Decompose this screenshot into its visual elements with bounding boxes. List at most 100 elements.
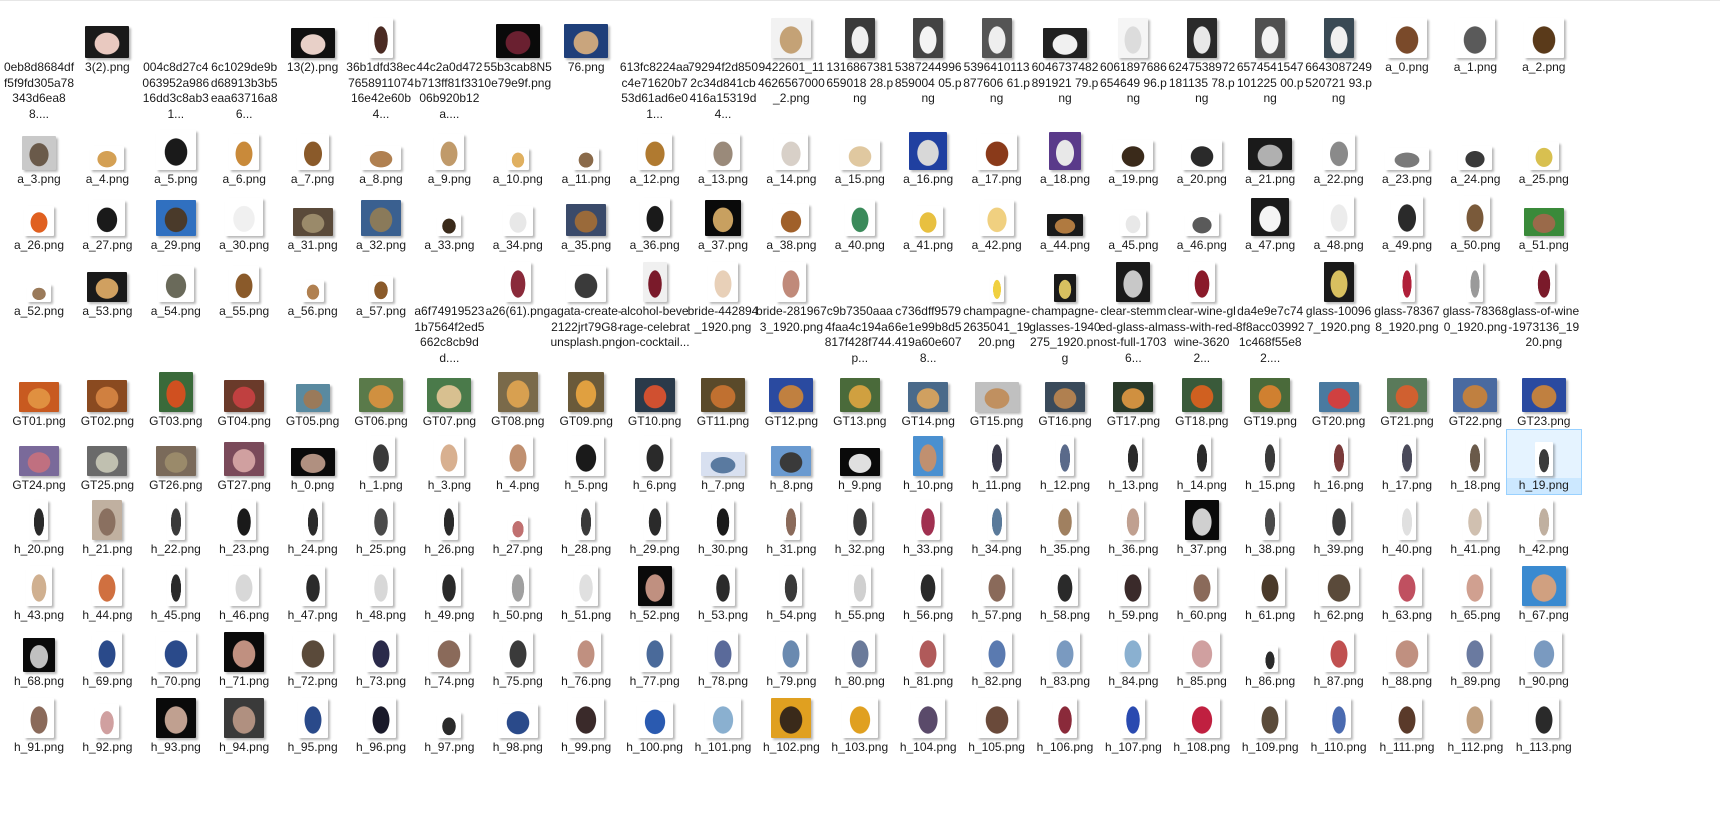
- file-item[interactable]: h_13.png: [1096, 430, 1170, 494]
- file-item[interactable]: champagne-2635041_1920.png: [960, 256, 1034, 351]
- file-item[interactable]: h_91.png: [2, 692, 76, 756]
- file-item[interactable]: a_57.png: [344, 256, 418, 320]
- file-item[interactable]: a_36.png: [618, 190, 692, 254]
- file-item[interactable]: h_74.png: [412, 626, 486, 690]
- file-item[interactable]: h_28.png: [549, 494, 623, 558]
- file-item[interactable]: h_51.png: [549, 560, 623, 624]
- file-item[interactable]: h_65.png: [1438, 560, 1512, 624]
- file-item[interactable]: h_100.png: [618, 692, 692, 756]
- file-item[interactable]: a_31.png: [276, 190, 350, 254]
- file-item[interactable]: a_9.png: [412, 124, 486, 188]
- file-item[interactable]: h_8.png: [754, 430, 828, 494]
- file-item[interactable]: h_52.png: [618, 560, 692, 624]
- file-item[interactable]: 36b1dfd38ec765891107416e42e60b4...: [344, 12, 418, 122]
- file-item[interactable]: h_97.png: [412, 692, 486, 756]
- file-item[interactable]: h_24.png: [276, 494, 350, 558]
- file-item[interactable]: 6c1029de9bd68913b3b5eaa63716a86...: [207, 12, 281, 122]
- file-item[interactable]: h_102.png: [754, 692, 828, 756]
- file-item[interactable]: h_112.png: [1438, 692, 1512, 756]
- file-item[interactable]: a_7.png: [276, 124, 350, 188]
- file-item[interactable]: 6643087249520721 93.png: [1302, 12, 1376, 107]
- file-item[interactable]: GT21.png: [1370, 366, 1444, 430]
- file-item[interactable]: h_45.png: [139, 560, 213, 624]
- file-item[interactable]: 6046737482891921 79.png: [1028, 12, 1102, 107]
- file-item[interactable]: h_110.png: [1302, 692, 1376, 756]
- file-item[interactable]: h_77.png: [618, 626, 692, 690]
- file-item[interactable]: GT13.png: [823, 366, 897, 430]
- file-item[interactable]: a_49.png: [1370, 190, 1444, 254]
- file-item[interactable]: a_21.png: [1233, 124, 1307, 188]
- file-item[interactable]: a_2.png: [1507, 12, 1581, 76]
- file-item[interactable]: h_107.png: [1096, 692, 1170, 756]
- file-item[interactable]: h_104.png: [891, 692, 965, 756]
- file-item[interactable]: h_62.png: [1302, 560, 1376, 624]
- file-item[interactable]: a_35.png: [549, 190, 623, 254]
- file-item[interactable]: 0eb8d8684dff5f9fd305a78343d6ea88....: [2, 12, 76, 122]
- file-item[interactable]: GT24.png: [2, 430, 76, 494]
- file-item[interactable]: 55b3cab8N50e79e9f.png: [481, 12, 555, 91]
- file-item[interactable]: h_9.png: [823, 430, 897, 494]
- file-icon-grid[interactable]: 0eb8d8684dff5f9fd305a78343d6ea88.... 3(2)…: [0, 0, 1720, 823]
- file-item[interactable]: h_31.png: [754, 494, 828, 558]
- file-item[interactable]: a_33.png: [412, 190, 486, 254]
- file-item[interactable]: h_7.png: [686, 430, 760, 494]
- file-item[interactable]: GT02.png: [70, 366, 144, 430]
- file-item[interactable]: h_101.png: [686, 692, 760, 756]
- file-item[interactable]: a_15.png: [823, 124, 897, 188]
- file-item[interactable]: bride-2819673_1920.png: [754, 256, 828, 335]
- file-item[interactable]: agata-create-2122jrt79G8-unsplash.png: [549, 256, 623, 351]
- file-item[interactable]: a_54.png: [139, 256, 213, 320]
- file-item[interactable]: GT07.png: [412, 366, 486, 430]
- file-item[interactable]: a_19.png: [1096, 124, 1170, 188]
- file-item[interactable]: a_11.png: [549, 124, 623, 188]
- file-item[interactable]: h_35.png: [1028, 494, 1102, 558]
- file-item[interactable]: a_12.png: [618, 124, 692, 188]
- file-item[interactable]: h_49.png: [412, 560, 486, 624]
- file-item[interactable]: clear-wine-glass-with-red-wine-36202...: [1165, 256, 1239, 366]
- file-item[interactable]: h_32.png: [823, 494, 897, 558]
- file-item[interactable]: h_3.png: [412, 430, 486, 494]
- file-item[interactable]: h_6.png: [618, 430, 692, 494]
- file-item[interactable]: a_20.png: [1165, 124, 1239, 188]
- file-item[interactable]: h_70.png: [139, 626, 213, 690]
- file-item[interactable]: GT20.png: [1302, 366, 1376, 430]
- file-item[interactable]: h_108.png: [1165, 692, 1239, 756]
- file-item[interactable]: GT19.png: [1233, 366, 1307, 430]
- file-item[interactable]: a_13.png: [686, 124, 760, 188]
- file-item[interactable]: h_71.png: [207, 626, 281, 690]
- file-item[interactable]: h_81.png: [891, 626, 965, 690]
- file-item[interactable]: GT14.png: [891, 366, 965, 430]
- file-item[interactable]: h_92.png: [70, 692, 144, 756]
- file-item[interactable]: a_45.png: [1096, 190, 1170, 254]
- file-item[interactable]: GT03.png: [139, 366, 213, 430]
- file-item[interactable]: a_25.png: [1507, 124, 1581, 188]
- file-item[interactable]: a_48.png: [1302, 190, 1376, 254]
- file-item[interactable]: h_41.png: [1438, 494, 1512, 558]
- file-item[interactable]: h_30.png: [686, 494, 760, 558]
- file-item[interactable]: 9422601_114626567000_2.png: [754, 12, 828, 107]
- file-item[interactable]: 6247538972181135 78.png: [1165, 12, 1239, 107]
- file-item[interactable]: a_6.png: [207, 124, 281, 188]
- file-item[interactable]: h_40.png: [1370, 494, 1444, 558]
- file-item[interactable]: a_40.png: [823, 190, 897, 254]
- file-item[interactable]: h_53.png: [686, 560, 760, 624]
- file-item[interactable]: h_14.png: [1165, 430, 1239, 494]
- file-item[interactable]: h_58.png: [1028, 560, 1102, 624]
- file-item[interactable]: GT26.png: [139, 430, 213, 494]
- file-item[interactable]: h_87.png: [1302, 626, 1376, 690]
- file-item[interactable]: 5396410113877606 61.png: [960, 12, 1034, 107]
- file-item[interactable]: a26(61).png: [481, 256, 555, 320]
- file-item[interactable]: GT08.png: [481, 366, 555, 430]
- file-item[interactable]: h_60.png: [1165, 560, 1239, 624]
- file-item[interactable]: h_34.png: [960, 494, 1034, 558]
- file-item[interactable]: h_22.png: [139, 494, 213, 558]
- file-item[interactable]: h_79.png: [754, 626, 828, 690]
- file-item[interactable]: GT16.png: [1028, 366, 1102, 430]
- file-item[interactable]: h_94.png: [207, 692, 281, 756]
- file-item[interactable]: h_17.png: [1370, 430, 1444, 494]
- file-item[interactable]: h_12.png: [1028, 430, 1102, 494]
- file-item[interactable]: h_80.png: [823, 626, 897, 690]
- file-item[interactable]: a_52.png: [2, 256, 76, 320]
- file-item[interactable]: h_26.png: [412, 494, 486, 558]
- file-item[interactable]: h_0.png: [276, 430, 350, 494]
